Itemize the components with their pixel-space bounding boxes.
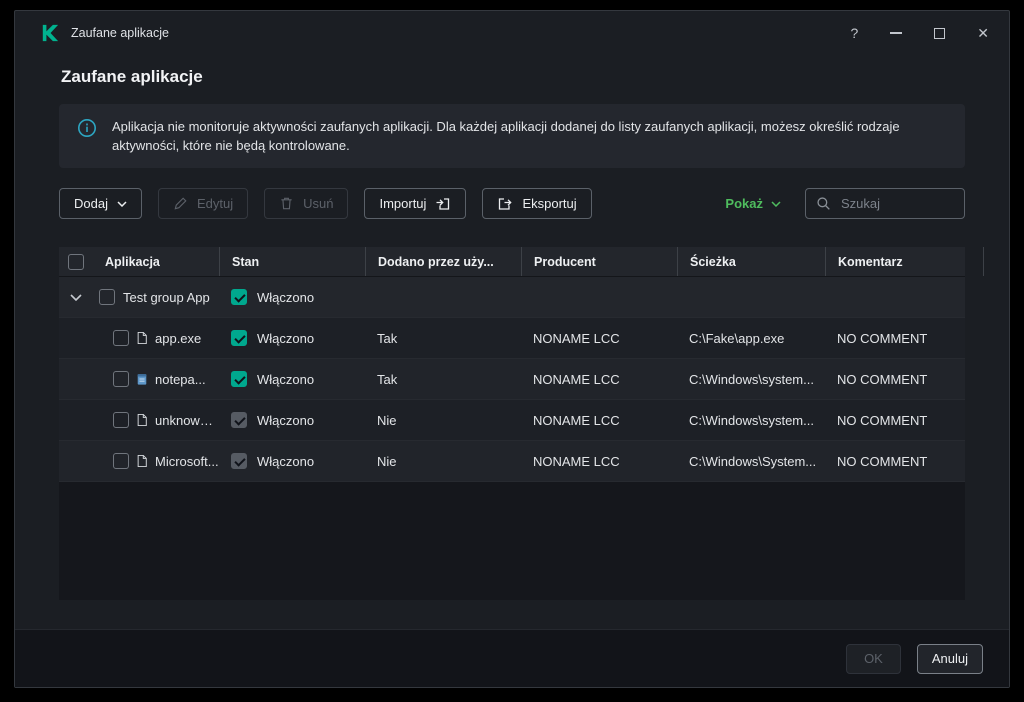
search-icon xyxy=(817,197,830,210)
trash-icon xyxy=(281,197,292,210)
edit-button-label: Edytuj xyxy=(196,196,234,211)
path-value: C:\Windows\system... xyxy=(689,412,814,428)
export-button[interactable]: Eksportuj xyxy=(482,188,592,219)
add-button-label: Dodaj xyxy=(74,196,108,211)
added-by-user-value: Tak xyxy=(377,330,398,346)
delete-button-label: Usuń xyxy=(303,196,334,211)
row-select-checkbox[interactable] xyxy=(113,453,129,469)
toolbar: Dodaj Edytuj Usuń Importuj Eksportuj Pok… xyxy=(59,188,965,219)
row-select-checkbox[interactable] xyxy=(99,289,115,305)
added-by-user-value: Nie xyxy=(377,453,397,469)
state-label: Włączono xyxy=(257,330,315,346)
row-select-checkbox[interactable] xyxy=(113,330,129,346)
app-name: notepa... xyxy=(155,371,206,387)
column-header-added-by-user[interactable]: Dodano przez uży... xyxy=(365,247,521,276)
maximize-icon[interactable] xyxy=(934,27,946,39)
footer: OK Anuluj xyxy=(15,629,1009,687)
group-name: Test group App xyxy=(123,289,210,305)
path-value: C:\Fake\app.exe xyxy=(689,330,785,346)
info-banner-text: Aplikacja nie monitoruje aktywności zauf… xyxy=(112,119,900,153)
vendor-value: NONAME LCC xyxy=(533,453,620,469)
file-icon xyxy=(136,454,148,468)
import-button-label: Importuj xyxy=(379,196,427,211)
add-button[interactable]: Dodaj xyxy=(59,188,142,219)
state-checkbox[interactable] xyxy=(231,412,247,428)
app-name: app.exe xyxy=(155,330,202,346)
comment-value: NO COMMENT xyxy=(837,371,928,387)
page-title: Zaufane aplikacje xyxy=(61,67,203,86)
column-header-vendor[interactable]: Producent xyxy=(521,247,677,276)
table-row[interactable]: Microsoft... Włączono Nie NONAME LCC C:\… xyxy=(59,441,965,482)
table-row[interactable]: unknown.... Włączono Nie NONAME LCC C:\W… xyxy=(59,400,965,441)
select-all-checkbox[interactable] xyxy=(68,253,84,270)
trusted-apps-table: Aplikacja Stan Dodano przez uży... Produ… xyxy=(59,247,984,600)
window-title: Zaufane aplikacje xyxy=(71,26,169,40)
pencil-icon xyxy=(174,197,187,210)
show-dropdown-label: Pokaż xyxy=(725,196,763,211)
state-checkbox[interactable] xyxy=(231,453,247,469)
column-header-state[interactable]: Stan xyxy=(219,247,365,276)
export-button-label: Eksportuj xyxy=(522,196,577,211)
table-empty-area xyxy=(59,482,965,600)
kaspersky-logo-icon xyxy=(41,24,59,42)
comment-value: NO COMMENT xyxy=(837,330,928,346)
search-input[interactable] xyxy=(839,195,954,212)
app-name: Microsoft... xyxy=(155,453,219,469)
state-label: Włączono xyxy=(257,289,315,305)
state-checkbox[interactable] xyxy=(231,371,247,387)
state-label: Włączono xyxy=(257,412,315,428)
title-bar: Zaufane aplikacje ? ✕ xyxy=(15,11,1009,55)
path-value: C:\Windows\system... xyxy=(689,371,814,387)
info-icon xyxy=(77,118,97,138)
row-select-checkbox[interactable] xyxy=(113,371,129,387)
show-dropdown[interactable]: Pokaż xyxy=(725,196,781,211)
app-window: Zaufane aplikacje ? ✕ Zaufane aplikacje … xyxy=(14,10,1010,688)
column-header-comment[interactable]: Komentarz xyxy=(825,247,983,276)
search-box xyxy=(805,188,965,219)
file-icon xyxy=(136,331,148,345)
table-header: Aplikacja Stan Dodano przez uży... Produ… xyxy=(59,247,984,277)
help-icon[interactable]: ? xyxy=(850,25,858,41)
column-header-path[interactable]: Ścieżka xyxy=(677,247,825,276)
state-label: Włączono xyxy=(257,453,315,469)
import-icon xyxy=(436,197,450,210)
added-by-user-value: Nie xyxy=(377,412,397,428)
table-group-row[interactable]: Test group App Włączono xyxy=(59,277,965,318)
ok-button[interactable]: OK xyxy=(846,643,901,674)
file-icon xyxy=(136,413,148,427)
row-select-checkbox[interactable] xyxy=(113,412,129,428)
vendor-value: NONAME LCC xyxy=(533,412,620,428)
added-by-user-value: Tak xyxy=(377,371,398,387)
close-icon[interactable]: ✕ xyxy=(977,25,989,42)
delete-button[interactable]: Usuń xyxy=(264,188,349,219)
path-value: C:\Windows\System... xyxy=(689,453,817,469)
state-checkbox[interactable] xyxy=(231,330,247,346)
comment-value: NO COMMENT xyxy=(837,453,928,469)
info-banner: Aplikacja nie monitoruje aktywności zauf… xyxy=(59,104,965,168)
notepad-icon xyxy=(136,372,148,386)
minimize-icon[interactable] xyxy=(890,32,903,34)
column-header-application[interactable]: Aplikacja xyxy=(93,247,219,276)
app-name: unknown.... xyxy=(155,412,219,428)
state-checkbox[interactable] xyxy=(231,289,247,305)
collapse-chevron-icon[interactable] xyxy=(70,293,82,301)
table-row[interactable]: notepa... Włączono Tak NONAME LCC C:\Win… xyxy=(59,359,965,400)
state-label: Włączono xyxy=(257,371,315,387)
chevron-down-icon xyxy=(771,200,781,207)
import-button[interactable]: Importuj xyxy=(364,188,467,219)
table-row[interactable]: app.exe Włączono Tak NONAME LCC C:\Fake\… xyxy=(59,318,965,359)
edit-button[interactable]: Edytuj xyxy=(157,188,249,219)
chevron-down-icon xyxy=(117,200,127,207)
comment-value: NO COMMENT xyxy=(837,412,928,428)
cancel-button[interactable]: Anuluj xyxy=(916,643,983,674)
export-icon xyxy=(499,197,513,210)
vendor-value: NONAME LCC xyxy=(533,330,620,346)
vendor-value: NONAME LCC xyxy=(533,371,620,387)
